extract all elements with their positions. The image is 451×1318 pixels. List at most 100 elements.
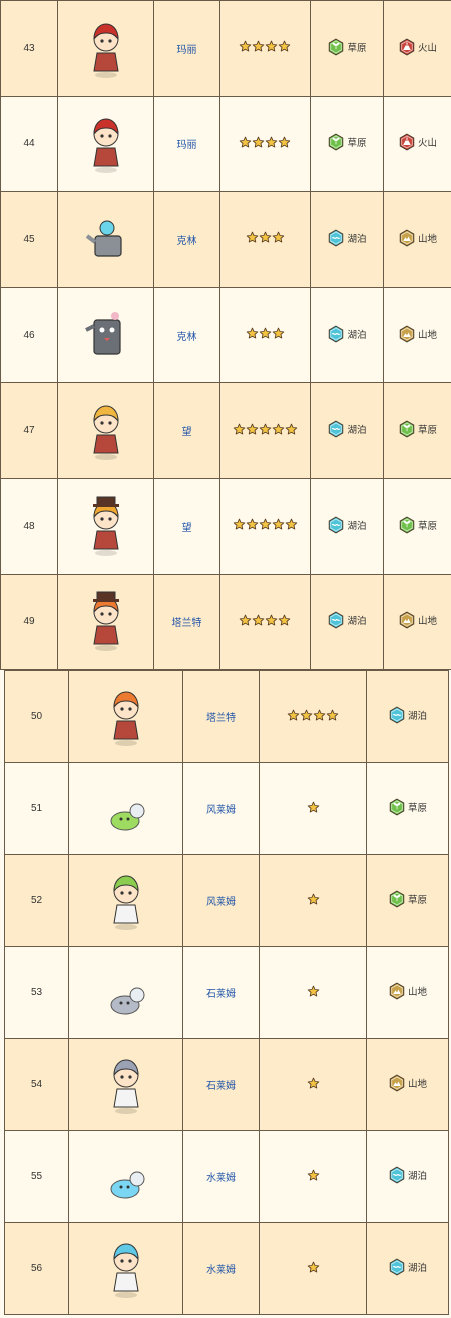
character-name-link[interactable]: 石莱姆 bbox=[206, 1081, 236, 1092]
character-name-link[interactable]: 玛丽 bbox=[177, 140, 197, 151]
star-icon bbox=[285, 423, 297, 435]
lake-icon bbox=[389, 1166, 405, 1184]
terrain-tag: 山地 bbox=[388, 982, 427, 1000]
terrain-label: 山地 bbox=[417, 233, 437, 245]
character-name-link[interactable]: 风莱姆 bbox=[206, 897, 236, 908]
name-cell[interactable]: 水莱姆 bbox=[182, 1130, 260, 1223]
terrain-label: 草原 bbox=[347, 138, 367, 150]
rarity-cell bbox=[259, 670, 367, 763]
table-row: 44 玛丽 草原 火山 bbox=[0, 95, 451, 193]
star-icon bbox=[313, 709, 326, 720]
table-row: 55 水莱姆 湖泊 bbox=[4, 1130, 449, 1223]
terrain-tag: 山地 bbox=[388, 1074, 427, 1092]
terrain-cell-2: 山地 bbox=[383, 286, 451, 384]
terrain-cell-1: 湖泊 bbox=[366, 1222, 449, 1315]
lake-icon bbox=[329, 229, 344, 247]
name-cell[interactable]: 石莱姆 bbox=[182, 1038, 260, 1131]
terrain-tag: 湖泊 bbox=[327, 516, 367, 534]
lake-icon bbox=[389, 706, 405, 724]
terrain-label: 火山 bbox=[417, 42, 437, 54]
blue-slime-portrait bbox=[110, 1171, 144, 1199]
name-cell[interactable]: 玛丽 bbox=[153, 0, 220, 97]
terrain-tag: 草原 bbox=[388, 890, 427, 908]
character-name-link[interactable]: 望 bbox=[182, 523, 192, 534]
star-icon bbox=[259, 423, 271, 435]
character-name-link[interactable]: 玛丽 bbox=[177, 45, 197, 56]
lake-icon bbox=[329, 516, 344, 534]
terrain-tag: 湖泊 bbox=[327, 611, 367, 629]
character-cell bbox=[57, 95, 154, 193]
rarity-stars bbox=[307, 893, 320, 906]
star-icon bbox=[239, 614, 252, 626]
terrain-cell-2: 草原 bbox=[383, 382, 451, 479]
rarity-cell bbox=[219, 382, 311, 479]
rarity-cell bbox=[219, 573, 311, 671]
rarity-cell bbox=[259, 1130, 367, 1223]
grass-icon bbox=[389, 890, 405, 908]
terrain-cell-1: 湖泊 bbox=[310, 191, 384, 288]
mountain-icon bbox=[389, 982, 405, 1000]
name-cell[interactable]: 克林 bbox=[153, 191, 220, 288]
name-cell[interactable]: 水莱姆 bbox=[182, 1222, 260, 1315]
row-number: 46 bbox=[0, 286, 58, 384]
star-icon bbox=[272, 518, 284, 530]
row-number: 53 bbox=[4, 946, 69, 1039]
row-number: 52 bbox=[4, 854, 69, 947]
character-name-link[interactable]: 石莱姆 bbox=[206, 989, 236, 1000]
character-cell bbox=[68, 762, 183, 855]
terrain-cell-1: 草原 bbox=[310, 0, 384, 97]
character-name-link[interactable]: 克林 bbox=[177, 236, 197, 247]
mountain-icon bbox=[399, 611, 415, 629]
orange-haired-hat-portrait bbox=[92, 591, 119, 652]
terrain-label: 火山 bbox=[417, 138, 437, 150]
character-cell bbox=[68, 670, 183, 763]
terrain-tag: 草原 bbox=[327, 133, 367, 151]
terrain-tag: 山地 bbox=[398, 611, 437, 629]
character-name-link[interactable]: 塔兰特 bbox=[172, 618, 202, 629]
table-row: 45 克林 湖泊 山地 bbox=[0, 191, 451, 288]
character-name-link[interactable]: 塔兰特 bbox=[206, 713, 236, 724]
star-icon bbox=[239, 40, 252, 52]
terrain-label: 湖泊 bbox=[347, 616, 367, 628]
table-row: 48 望 湖泊 草原 bbox=[0, 477, 451, 575]
blue-slime-girl-portrait bbox=[112, 1243, 139, 1298]
green-slime-portrait bbox=[110, 803, 144, 831]
red-haired-girl-portrait bbox=[92, 23, 119, 78]
character-name-link[interactable]: 望 bbox=[182, 427, 192, 438]
mountain-icon bbox=[389, 1074, 405, 1092]
star-icon bbox=[259, 327, 271, 339]
star-icon bbox=[246, 327, 258, 339]
name-cell[interactable]: 石莱姆 bbox=[182, 946, 260, 1039]
terrain-tag: 湖泊 bbox=[327, 420, 367, 438]
terrain-cell-1: 湖泊 bbox=[310, 382, 384, 479]
name-cell[interactable]: 望 bbox=[153, 382, 220, 479]
star-icon bbox=[259, 518, 271, 530]
row-number-text: 48 bbox=[23, 520, 35, 532]
star-icon bbox=[285, 518, 297, 530]
name-cell[interactable]: 塔兰特 bbox=[153, 573, 220, 671]
name-cell[interactable]: 克林 bbox=[153, 286, 220, 384]
name-cell[interactable]: 风莱姆 bbox=[182, 854, 260, 947]
character-name-link[interactable]: 克林 bbox=[177, 332, 197, 343]
name-cell[interactable]: 塔兰特 bbox=[182, 670, 260, 763]
star-icon bbox=[272, 423, 284, 435]
volcano-icon bbox=[399, 38, 415, 56]
star-icon bbox=[252, 614, 265, 626]
rarity-stars bbox=[239, 614, 291, 627]
character-cell bbox=[68, 946, 183, 1039]
rarity-stars bbox=[307, 1077, 320, 1090]
name-cell[interactable]: 望 bbox=[153, 477, 220, 575]
blonde-hat-portrait bbox=[92, 496, 119, 556]
terrain-tag: 湖泊 bbox=[327, 325, 367, 343]
row-number-text: 52 bbox=[30, 895, 43, 906]
table-row: 56 水莱姆 湖泊 bbox=[4, 1222, 449, 1315]
grass-icon bbox=[329, 133, 344, 151]
character-name-link[interactable]: 风莱姆 bbox=[206, 805, 236, 816]
terrain-label: 草原 bbox=[417, 520, 437, 532]
name-cell[interactable]: 玛丽 bbox=[153, 95, 220, 193]
character-name-link[interactable]: 水莱姆 bbox=[206, 1173, 236, 1184]
name-cell[interactable]: 风莱姆 bbox=[182, 762, 260, 855]
star-icon bbox=[307, 1077, 319, 1088]
character-name-link[interactable]: 水莱姆 bbox=[206, 1265, 236, 1276]
character-cell bbox=[57, 191, 154, 288]
